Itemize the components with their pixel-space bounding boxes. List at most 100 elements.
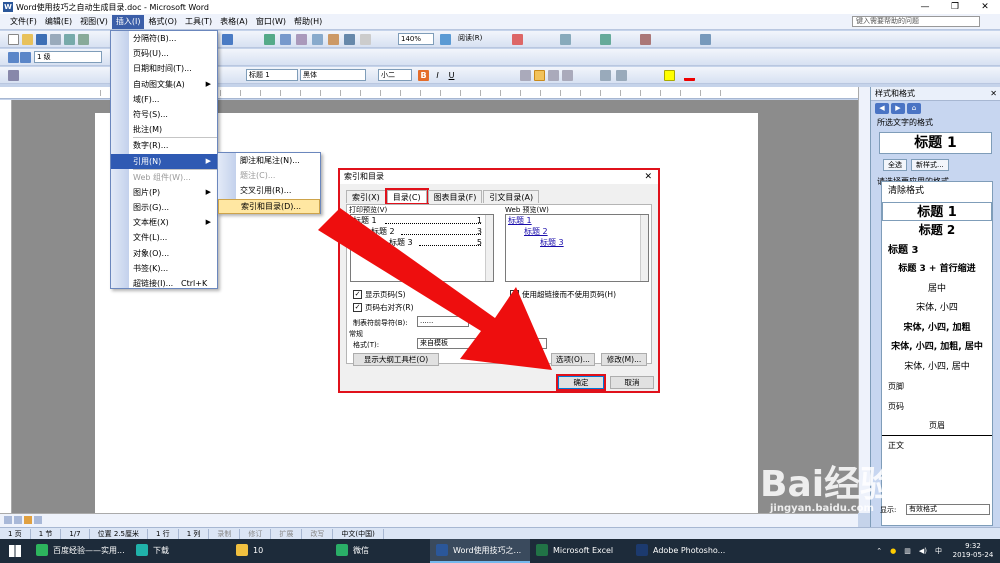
menu-table[interactable]: 表格(A) — [216, 15, 252, 29]
font-size-select[interactable]: 小二 — [378, 69, 412, 81]
insert-menu-item[interactable]: 分隔符(B)... — [111, 31, 217, 46]
print-view-icon[interactable] — [24, 516, 32, 524]
underline-icon[interactable]: U — [446, 70, 457, 81]
status-extend[interactable]: 扩展 — [271, 528, 303, 539]
comment-icon[interactable] — [560, 34, 571, 45]
restore-button[interactable]: ❐ — [940, 0, 970, 14]
style-item-header[interactable]: 页眉 — [882, 416, 992, 436]
ime-indicator[interactable]: 中 — [935, 546, 942, 556]
normal-view-icon[interactable] — [4, 516, 12, 524]
tab-figures[interactable]: 图表目录(F) — [427, 190, 483, 203]
cancel-button[interactable]: 取消 — [610, 376, 654, 389]
web-view-icon[interactable] — [14, 516, 22, 524]
start-button[interactable] — [0, 539, 30, 563]
italic-icon[interactable]: I — [432, 70, 443, 81]
excel-table-icon[interactable] — [296, 34, 307, 45]
read-mode-button[interactable]: 阅读(R) — [456, 33, 496, 45]
hyperlink-icon[interactable] — [264, 34, 275, 45]
insert-menu-item[interactable]: 图示(G)... — [111, 200, 217, 215]
justify-icon[interactable] — [562, 70, 573, 81]
open-folder-icon[interactable] — [22, 34, 33, 45]
tab-leader-select[interactable]: ...... — [417, 316, 469, 327]
menu-edit[interactable]: 编辑(E) — [41, 15, 76, 29]
format-select[interactable]: 来自模板 — [417, 338, 547, 349]
insert-menu-item[interactable]: 图片(P) ▶ — [111, 185, 217, 200]
tray-overflow-icon[interactable]: ⌃ — [876, 547, 882, 555]
reject-change-icon[interactable] — [640, 34, 651, 45]
style-select[interactable]: 标题 1 — [246, 69, 298, 81]
tab-toc[interactable]: 目录(C) — [384, 188, 429, 205]
taskbar-app[interactable]: Word使用技巧之... — [430, 539, 530, 563]
style-item-songti-bold-center[interactable]: 宋体, 小四, 加粗, 居中 — [882, 338, 992, 358]
new-doc-icon[interactable] — [8, 34, 19, 45]
volume-icon[interactable]: ◀) — [919, 547, 927, 555]
reference-menu-item[interactable]: 交叉引用(R)... — [218, 183, 320, 198]
style-item-normal[interactable]: 正文 — [882, 436, 992, 456]
style-item-heading1[interactable]: 标题 1 — [882, 201, 992, 221]
show-page-numbers-checkbox[interactable]: ✓ 显示页码(S) — [353, 289, 406, 300]
insert-menu-item[interactable]: 日期和时间(T)... — [111, 61, 217, 76]
insert-menu-item[interactable]: 批注(M) — [111, 122, 217, 137]
menu-window[interactable]: 窗口(W) — [252, 15, 290, 29]
highlight-icon[interactable] — [664, 70, 675, 81]
track-changes-icon[interactable] — [512, 34, 523, 45]
back-icon[interactable]: ◀ — [875, 103, 889, 114]
zoom-select[interactable]: 140% — [398, 33, 434, 45]
select-all-button[interactable]: 全选 — [883, 159, 907, 171]
undo-icon[interactable] — [222, 34, 233, 45]
taskbar-app[interactable]: 百度经验——实用... — [30, 539, 130, 563]
tab-authorities[interactable]: 引文目录(A) — [483, 190, 540, 203]
style-item-center[interactable]: 居中 — [882, 280, 992, 300]
show-filter-select[interactable]: 有效格式 — [906, 504, 990, 515]
menu-help[interactable]: 帮助(H) — [290, 15, 326, 29]
format-painter-icon[interactable] — [8, 70, 19, 81]
insert-menu-item[interactable]: 符号(S)... — [111, 107, 217, 122]
align-left-icon[interactable] — [520, 70, 531, 81]
insert-menu-item[interactable]: 超链接(I)... Ctrl+K — [111, 276, 217, 291]
taskbar-app[interactable]: 下载 — [130, 539, 230, 563]
menu-insert[interactable]: 插入(I) — [111, 14, 145, 29]
numbering-icon[interactable] — [600, 70, 611, 81]
permission-icon[interactable] — [50, 34, 61, 45]
style-item-songti[interactable]: 宋体, 小四 — [882, 299, 992, 319]
outline-view-icon[interactable] — [34, 516, 42, 524]
print-icon[interactable] — [64, 34, 75, 45]
tray-app-icon[interactable]: ● — [890, 547, 896, 555]
insert-menu-item[interactable]: 对象(O)... — [111, 246, 217, 261]
modify-button[interactable]: 修改(M)... — [601, 353, 647, 366]
ok-button[interactable]: 确定 — [556, 374, 606, 391]
insert-menu-item[interactable]: 页码(U)... — [111, 46, 217, 61]
taskbar-app[interactable]: 10 — [230, 539, 330, 563]
style-item-songti-center[interactable]: 宋体, 小四, 居中 — [882, 358, 992, 378]
align-right-icon[interactable] — [548, 70, 559, 81]
reference-menu-item[interactable]: 索引和目录(D)... — [218, 198, 320, 214]
insert-menu-item[interactable]: 数字(R)... — [111, 138, 217, 153]
menu-tools[interactable]: 工具(T) — [181, 15, 216, 29]
help-search-input[interactable]: 键入需要帮助的问题 — [852, 16, 980, 27]
home-icon[interactable]: ⌂ — [907, 103, 921, 114]
insert-menu-item[interactable]: 文本框(X) ▶ — [111, 215, 217, 230]
promote-icon[interactable] — [8, 52, 19, 63]
reference-menu-item[interactable]: 脚注和尾注(N)... — [218, 153, 320, 168]
network-icon[interactable]: ▥ — [904, 547, 911, 555]
forward-icon[interactable]: ▶ — [891, 103, 905, 114]
style-item-heading2[interactable]: 标题 2 — [882, 221, 992, 241]
menu-format[interactable]: 格式(O) — [144, 15, 181, 29]
status-record[interactable]: 录制 — [209, 528, 241, 539]
print-preview-scrollbar[interactable] — [485, 215, 493, 281]
table-icon[interactable] — [280, 34, 291, 45]
menu-view[interactable]: 视图(V) — [76, 15, 112, 29]
status-track[interactable]: 修订 — [240, 528, 272, 539]
web-preview-link[interactable]: 标题 1 — [506, 215, 648, 226]
right-align-checkbox[interactable]: ✓ 页码右对齐(R) — [353, 302, 414, 313]
style-item-heading3[interactable]: 标题 3 — [882, 241, 992, 261]
align-center-icon[interactable] — [534, 70, 545, 81]
use-hyperlinks-checkbox[interactable]: ✓ 使用超链接而不使用页码(H) — [510, 289, 616, 300]
outline-level-select[interactable]: 1 级 — [34, 51, 102, 63]
style-item-heading3-indent[interactable]: 标题 3 + 首行缩进 — [882, 260, 992, 280]
doc-map-icon[interactable] — [344, 34, 355, 45]
style-item-clear[interactable]: 清除格式 — [882, 182, 992, 202]
save-icon[interactable] — [36, 34, 47, 45]
demote-icon[interactable] — [20, 52, 31, 63]
show-outline-toolbar-button[interactable]: 显示大纲工具栏(O) — [353, 353, 439, 366]
